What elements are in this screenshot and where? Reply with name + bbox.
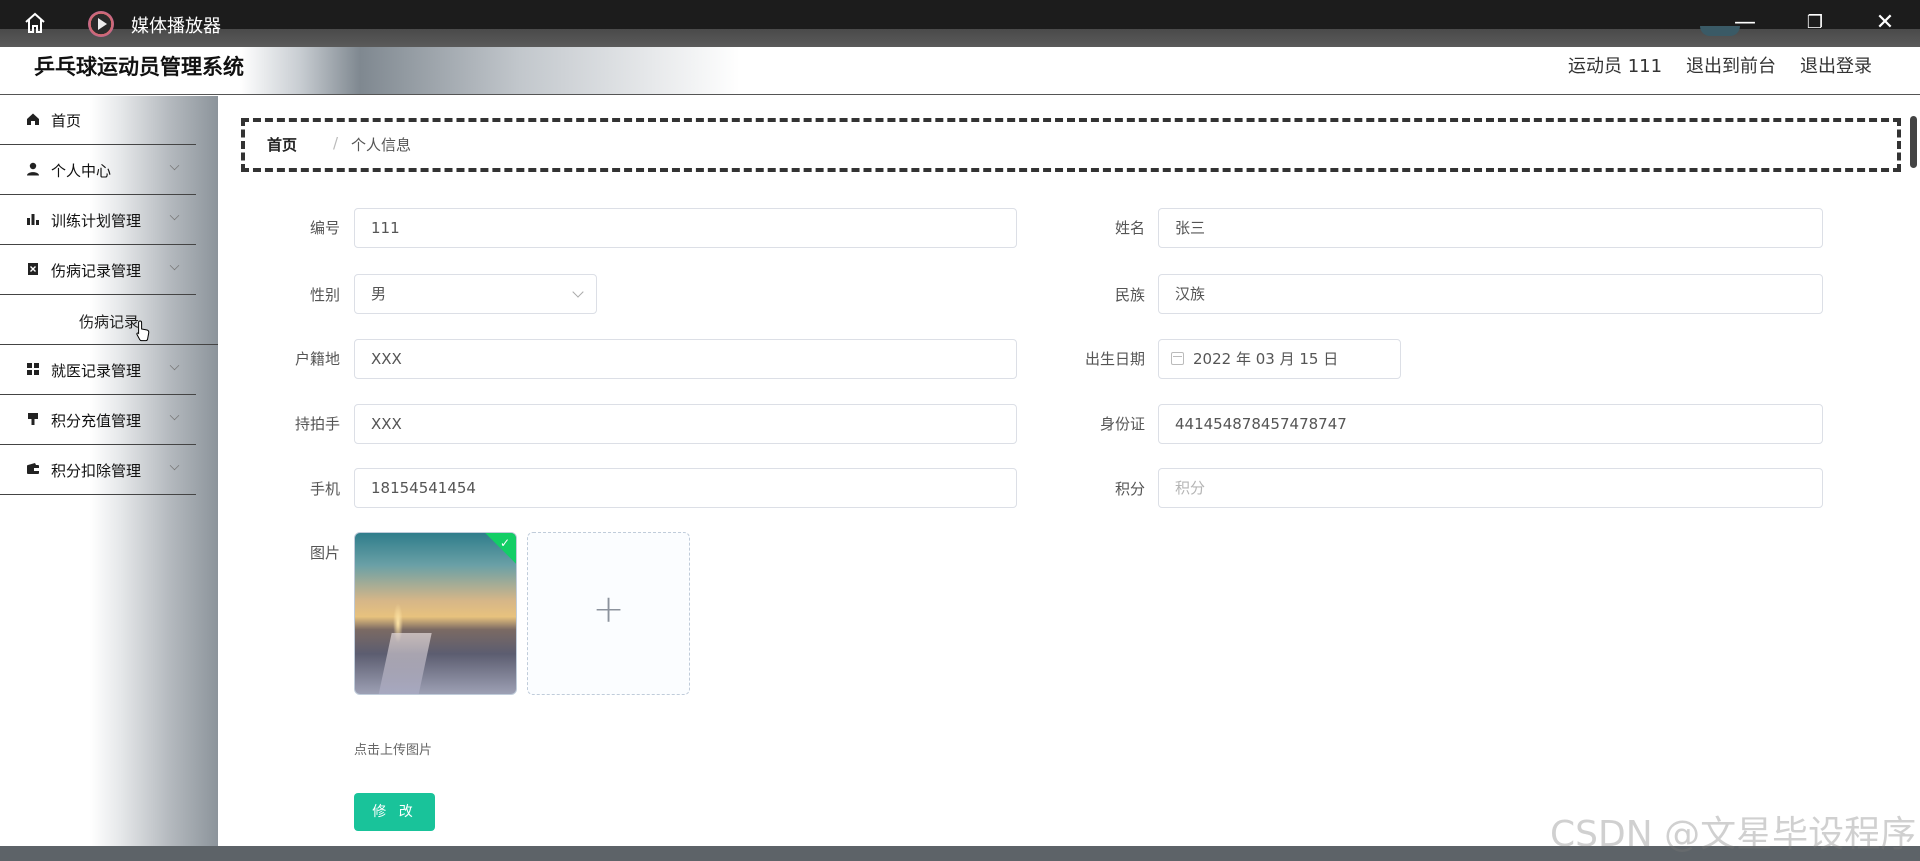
app-header: 乒乓球运动员管理系统 运动员 111 退出到前台 退出登录: [0, 47, 1920, 95]
bianhao-input[interactable]: 111: [354, 208, 1017, 248]
bar-chart-icon: [27, 214, 39, 225]
wallet-icon: [27, 463, 39, 474]
road-reflection: [378, 633, 432, 694]
chevron-down-icon: [169, 460, 180, 471]
sidebar-item-label: 训练计划管理: [51, 212, 142, 230]
app-title: 乒乓球运动员管理系统: [34, 55, 244, 79]
user-icon: [27, 162, 39, 176]
chevron-down-icon: [169, 260, 180, 271]
main-content: 首页 / 个人信息 编号 111 姓名 张三 性别 男 民族 汉族 户籍地 XX…: [218, 96, 1920, 846]
current-user-label: 运动员 111: [1568, 56, 1663, 77]
breadcrumb: 首页 / 个人信息: [241, 118, 1901, 172]
xingming-label: 姓名: [1114, 219, 1145, 237]
sidebar-item-label: 就医记录管理: [51, 362, 142, 380]
xingbie-selected-value: 男: [371, 285, 387, 303]
media-player-icon: [88, 11, 114, 37]
breadcrumb-current: 个人信息: [351, 136, 412, 154]
sidebar-item-injury-records[interactable]: 伤病记录管理: [0, 246, 196, 295]
exit-to-front-link[interactable]: 退出到前台: [1686, 52, 1776, 78]
birth-date-picker[interactable]: 2022 年 03 月 15 日: [1158, 339, 1401, 379]
home-icon: [27, 113, 39, 125]
minimize-button[interactable]: —: [1730, 8, 1760, 38]
minzu-label: 民族: [1114, 286, 1145, 304]
breadcrumb-home[interactable]: 首页: [267, 134, 297, 155]
hujidi-label: 户籍地: [294, 350, 340, 368]
check-icon: ✓: [499, 536, 510, 550]
logout-link[interactable]: 退出登录: [1800, 52, 1872, 78]
sidebar-item-training-plan[interactable]: 训练计划管理: [0, 196, 196, 245]
grid-icon: [27, 363, 39, 375]
sidebar-item-points-deduction[interactable]: 积分扣除管理: [0, 446, 196, 495]
mouse-cursor-icon: [136, 320, 150, 342]
home-icon[interactable]: [22, 10, 48, 36]
scrollbar-thumb[interactable]: [1910, 116, 1917, 168]
xingbie-select[interactable]: 男: [354, 274, 597, 314]
xingming-input[interactable]: 张三: [1158, 208, 1823, 248]
upload-add-button[interactable]: +: [527, 532, 690, 695]
sidebar-item-personal-center[interactable]: 个人中心: [0, 146, 196, 195]
chevron-down-icon: [169, 410, 180, 421]
close-button[interactable]: ✕: [1870, 8, 1900, 38]
sidebar-item-medical-records[interactable]: 就医记录管理: [0, 346, 196, 395]
chevron-down-icon: [169, 360, 180, 371]
chipaishou-input[interactable]: XXX: [354, 404, 1017, 444]
xingbie-label: 性别: [309, 286, 340, 304]
upload-tip: 点击上传图片: [354, 743, 433, 758]
jifen-label: 积分: [1114, 480, 1145, 498]
sidebar-item-points-recharge[interactable]: 积分充值管理: [0, 396, 196, 445]
hujidi-input[interactable]: XXX: [354, 339, 1017, 379]
window-titlebar: 媒体播放器 — ❐ ✕: [0, 0, 1920, 47]
sidebar-item-label: 个人中心: [51, 162, 112, 180]
sidebar-item-label: 伤病记录管理: [51, 262, 142, 280]
submit-button[interactable]: 修 改: [354, 793, 435, 831]
sidebar-subitem-label: 伤病记录: [78, 313, 139, 331]
birth-date-value: 2022 年 03 月 15 日: [1193, 350, 1339, 368]
maximize-button[interactable]: ❐: [1800, 8, 1830, 38]
plus-icon: +: [592, 587, 625, 631]
sidebar-item-label: 积分充值管理: [51, 412, 142, 430]
watermark: CSDN @文星毕设程序: [1550, 814, 1917, 855]
shenfenzheng-input[interactable]: 441454878457478747: [1158, 404, 1823, 444]
chusheng-label: 出生日期: [1084, 350, 1145, 368]
chipaishou-label: 持拍手: [294, 415, 340, 433]
chevron-down-icon: [169, 210, 180, 221]
sidebar-item-home[interactable]: 首页: [0, 96, 196, 145]
chevron-down-icon: [572, 286, 584, 298]
minzu-input[interactable]: 汉族: [1158, 274, 1823, 314]
shouji-input[interactable]: 18154541454: [354, 468, 1017, 508]
uploaded-image-thumbnail[interactable]: ✓: [354, 532, 517, 695]
chevron-down-icon: [169, 160, 180, 171]
trash-box-icon: [28, 263, 38, 275]
sidebar: 首页 个人中心 训练计划管理 伤病记录管理 伤病记录 就医记录管理 积分充值管理…: [0, 96, 218, 846]
shenfenzheng-label: 身份证: [1099, 415, 1145, 433]
calendar-icon: [1171, 352, 1184, 365]
shouji-label: 手机: [309, 480, 340, 498]
bianhao-label: 编号: [309, 219, 340, 237]
jifen-input[interactable]: 积分: [1158, 468, 1823, 508]
sidebar-item-label: 积分扣除管理: [51, 462, 142, 480]
sidebar-subitem-injury-record[interactable]: 伤病记录: [0, 296, 218, 345]
breadcrumb-separator: /: [333, 134, 339, 152]
tupian-label: 图片: [309, 544, 340, 562]
window-title: 媒体播放器: [131, 16, 221, 37]
sidebar-item-label: 首页: [51, 112, 82, 130]
brush-icon: [28, 413, 38, 425]
